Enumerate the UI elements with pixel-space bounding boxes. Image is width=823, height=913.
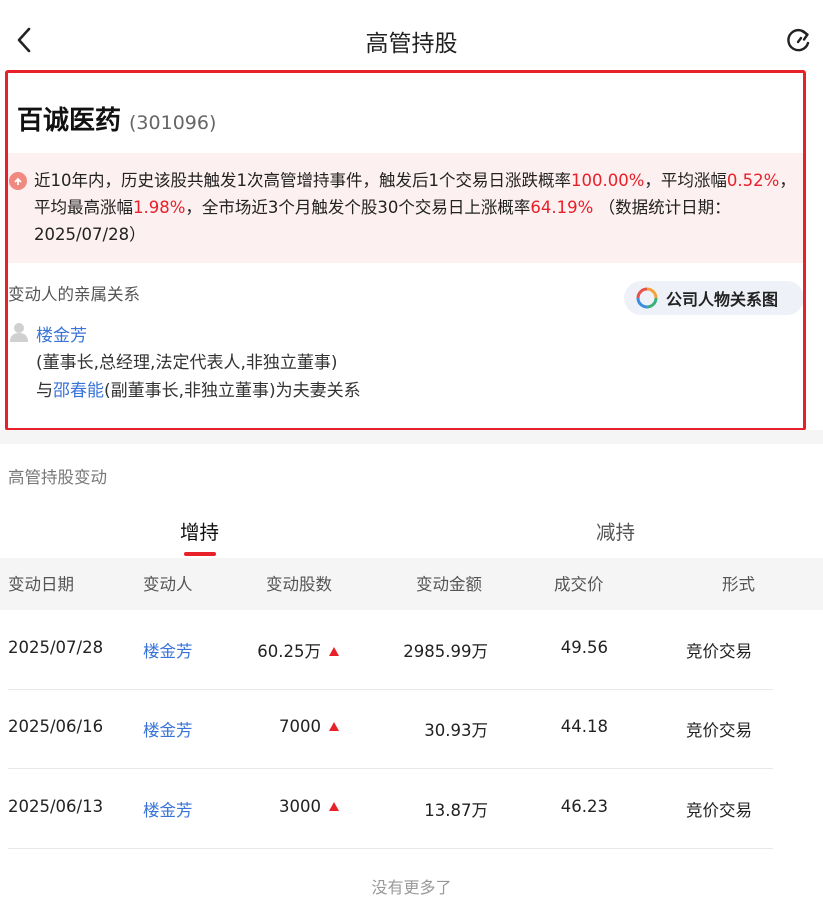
cell-price: 46.23 bbox=[560, 797, 608, 816]
cell-form: 竞价交易 bbox=[686, 801, 752, 820]
refresh-icon bbox=[787, 28, 810, 52]
cell-shares: 7000 bbox=[279, 717, 339, 736]
cell-shares: 3000 bbox=[279, 797, 339, 816]
cell-amount: 13.87万 bbox=[424, 801, 488, 820]
triangle-up-icon bbox=[329, 647, 339, 656]
section-title: 高管持股变动 bbox=[8, 468, 107, 487]
nav-bar: 高管持股 bbox=[0, 0, 823, 80]
header-changer: 变动人 bbox=[143, 575, 193, 594]
header-change-shares: 变动股数 bbox=[266, 575, 332, 594]
cell-date: 2025/06/13 bbox=[8, 797, 104, 816]
cell-amount: 30.93万 bbox=[424, 721, 488, 740]
table-header: 变动日期 变动人 变动股数 变动金额 成交价 形式 bbox=[0, 558, 823, 610]
cell-price: 49.56 bbox=[560, 638, 608, 657]
cell-person-link[interactable]: 楼金芳 bbox=[143, 717, 193, 741]
no-more-indicator: 没有更多了 bbox=[371, 878, 452, 897]
table-row[interactable]: 2025/07/28 楼金芳 60.25万 2985.99万 49.56 竞价交… bbox=[0, 610, 823, 690]
cell-form: 竞价交易 bbox=[686, 642, 752, 661]
cell-person-link[interactable]: 楼金芳 bbox=[143, 638, 193, 662]
row-divider bbox=[8, 848, 773, 849]
cell-shares-value: 7000 bbox=[279, 717, 321, 736]
header-change-amount: 变动金额 bbox=[416, 575, 482, 594]
cell-shares-value: 3000 bbox=[279, 797, 321, 816]
tab-decrease-holdings[interactable]: 减持 bbox=[596, 516, 635, 545]
cell-shares: 60.25万 bbox=[257, 638, 339, 662]
cell-form: 竞价交易 bbox=[686, 721, 752, 740]
highlight-frame bbox=[5, 70, 806, 431]
table-row[interactable]: 2025/06/13 楼金芳 3000 13.87万 46.23 竞价交易 bbox=[0, 769, 823, 849]
section-divider bbox=[0, 430, 823, 444]
active-tab-indicator bbox=[184, 552, 216, 556]
cell-date: 2025/07/28 bbox=[8, 638, 104, 657]
refresh-button[interactable] bbox=[783, 26, 813, 56]
triangle-up-icon bbox=[329, 722, 339, 731]
cell-amount: 2985.99万 bbox=[403, 642, 488, 661]
cell-price: 44.18 bbox=[560, 717, 608, 736]
header-trade-price: 成交价 bbox=[554, 575, 604, 594]
tab-increase-holdings[interactable]: 增持 bbox=[180, 516, 219, 545]
cell-shares-value: 60.25万 bbox=[257, 642, 321, 661]
cell-date: 2025/06/16 bbox=[8, 717, 104, 736]
header-change-date: 变动日期 bbox=[8, 575, 74, 594]
cell-person-link[interactable]: 楼金芳 bbox=[143, 797, 193, 821]
page-title: 高管持股 bbox=[365, 31, 458, 57]
triangle-up-icon bbox=[329, 802, 339, 811]
header-form: 形式 bbox=[722, 575, 755, 594]
table-row[interactable]: 2025/06/16 楼金芳 7000 30.93万 44.18 竞价交易 bbox=[0, 689, 823, 769]
